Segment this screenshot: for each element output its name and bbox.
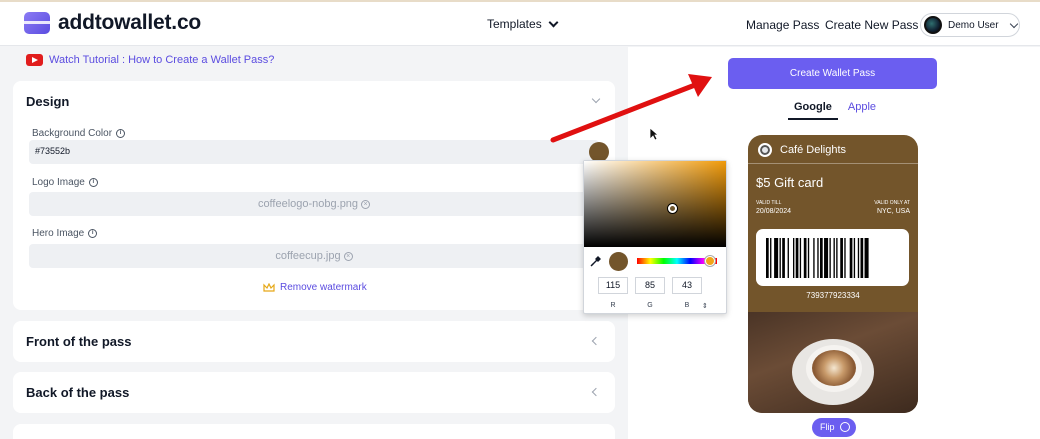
hero-image-label-text: Hero Image [32, 228, 85, 239]
color-picker: 115 85 43 R G B ⇕ [583, 160, 727, 314]
chevron-down-icon [1009, 19, 1018, 28]
design-section: Design Background Color i #73552b Logo I… [13, 81, 615, 310]
barcode-number: 739377923334 [806, 291, 860, 300]
eyedropper-icon[interactable] [590, 255, 602, 267]
valid-only-label: VALID ONLY AT [874, 200, 910, 206]
background-color-field[interactable]: #73552b [29, 140, 609, 164]
mouse-cursor-icon [649, 127, 659, 141]
saturation-handle[interactable] [668, 204, 677, 213]
user-menu[interactable]: Demo User [920, 13, 1020, 37]
back-of-pass-title: Back of the pass [26, 385, 130, 400]
saturation-area[interactable] [584, 161, 726, 247]
wallet-logo-icon [24, 12, 50, 34]
pass-brand-name: Café Delights [780, 144, 847, 156]
avatar [924, 16, 942, 34]
top-navbar: addtowallet.co Templates Manage Pass Cre… [0, 0, 1040, 46]
design-title: Design [26, 94, 70, 109]
templates-label: Templates [487, 17, 542, 31]
remove-file-icon[interactable]: × [361, 199, 371, 209]
wallet-pass-preview: Café Delights $5 Gift card VALID TILL 20… [748, 135, 918, 413]
flip-icon [840, 422, 850, 432]
hero-image-label: Hero Image i [32, 228, 98, 239]
pass-divider [748, 163, 918, 164]
hero-image [748, 312, 918, 413]
flip-label: Flip [820, 422, 835, 432]
remove-file-icon[interactable]: × [343, 251, 353, 261]
barcode [766, 238, 869, 278]
back-of-pass-section[interactable]: Back of the pass [13, 372, 615, 413]
color-swatch[interactable] [589, 142, 609, 162]
crown-icon [263, 283, 275, 292]
platform-tabs: Google Apple [788, 101, 876, 120]
b-input[interactable]: 43 [672, 277, 702, 294]
valid-till-label: VALID TILL [756, 200, 782, 206]
brand-logo-icon [758, 143, 772, 157]
logo-image-label: Logo Image i [32, 177, 98, 188]
color-preview [609, 252, 628, 271]
hue-handle[interactable] [705, 256, 715, 266]
remove-watermark-link[interactable]: Remove watermark [263, 282, 367, 293]
pass-header: Café Delights [758, 143, 846, 157]
chevron-down-icon[interactable] [591, 94, 601, 104]
templates-dropdown[interactable]: Templates [487, 17, 559, 31]
create-wallet-pass-button[interactable]: Create Wallet Pass [728, 58, 937, 89]
pass-title: $5 Gift card [756, 175, 824, 190]
user-name: Demo User [948, 19, 999, 31]
nav-manage-pass[interactable]: Manage Pass [746, 18, 819, 32]
tab-apple[interactable]: Apple [848, 101, 876, 120]
chevron-left-icon[interactable] [591, 336, 601, 346]
brand-name: addtowallet.co [58, 11, 202, 34]
latte-art [812, 350, 856, 386]
info-icon[interactable]: i [88, 229, 98, 238]
flip-button[interactable]: Flip [812, 418, 856, 437]
logo-file: coffeelogo-nobg.png × [29, 198, 599, 210]
valid-only-value: NYC, USA [876, 208, 910, 215]
valid-till-value: 20/08/2024 [756, 208, 792, 215]
logo-image-field[interactable]: coffeelogo-nobg.png × [29, 192, 609, 216]
hero-image-field[interactable]: coffeecup.jpg × [29, 244, 607, 268]
g-input[interactable]: 85 [635, 277, 665, 294]
front-of-pass-section[interactable]: Front of the pass [13, 321, 615, 362]
info-icon[interactable]: i [88, 178, 98, 187]
brand-logo[interactable]: addtowallet.co [24, 11, 201, 35]
logo-file-name: coffeelogo-nobg.png [257, 198, 359, 210]
r-label: R [610, 302, 616, 309]
color-mode-toggle[interactable]: ⇕ [702, 302, 708, 310]
b-label: B [684, 302, 690, 309]
info-icon[interactable]: i [116, 129, 126, 138]
next-section[interactable] [13, 424, 615, 439]
background-color-label-text: Background Color [32, 128, 113, 139]
tutorial-label: Watch Tutorial : How to Create a Wallet … [49, 54, 275, 66]
front-of-pass-title: Front of the pass [26, 334, 132, 349]
barcode-container [756, 229, 909, 286]
background-color-label: Background Color i [32, 128, 126, 139]
g-label: G [647, 302, 653, 309]
r-input[interactable]: 115 [598, 277, 628, 294]
logo-image-label-text: Logo Image [32, 177, 85, 188]
hero-file-name: coffeecup.jpg [275, 250, 341, 262]
chevron-down-icon [548, 17, 559, 27]
youtube-icon [26, 54, 43, 66]
watch-tutorial-link[interactable]: Watch Tutorial : How to Create a Wallet … [26, 54, 274, 66]
remove-watermark-label: Remove watermark [280, 282, 367, 293]
hero-file: coffeecup.jpg × [29, 250, 599, 262]
tab-google[interactable]: Google [788, 101, 838, 120]
chevron-left-icon[interactable] [591, 387, 601, 397]
nav-create-new-pass[interactable]: Create New Pass [825, 18, 918, 32]
background-color-value: #73552b [35, 146, 71, 156]
